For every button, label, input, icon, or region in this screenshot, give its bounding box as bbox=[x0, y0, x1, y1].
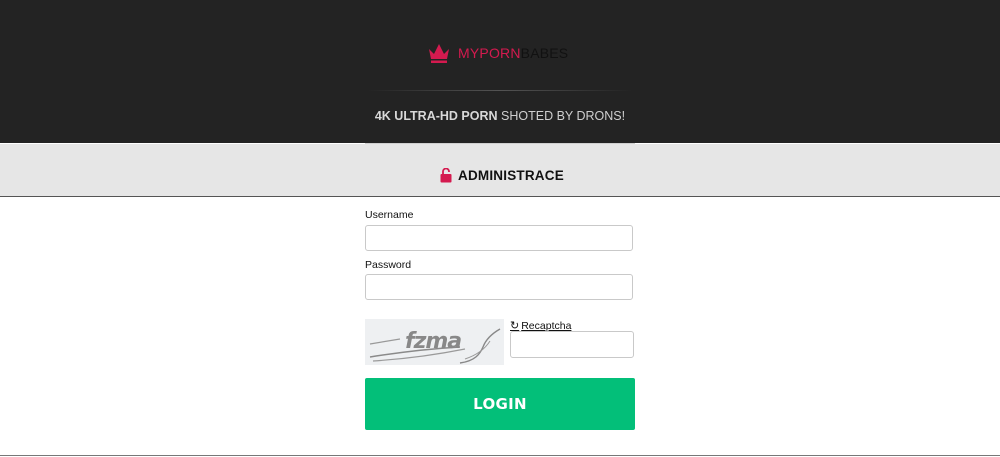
logo-text: MYPORNBABES bbox=[458, 45, 568, 61]
username-label: Username bbox=[365, 209, 414, 221]
password-input[interactable] bbox=[365, 274, 633, 300]
site-header: MYPORNBABES 4K ULTRA-HD PORN SHOTED BY D… bbox=[0, 0, 1000, 143]
tagline-rest: SHOTED BY DRONS! bbox=[497, 109, 626, 123]
logo-text-part1: MYPORN bbox=[458, 45, 521, 61]
tagline-bold: 4K ULTRA-HD PORN bbox=[374, 109, 498, 123]
site-logo[interactable]: MYPORNBABES bbox=[426, 40, 568, 66]
unlock-icon bbox=[440, 168, 452, 183]
recaptcha-label: Recaptcha bbox=[521, 319, 572, 332]
captcha-input[interactable] bbox=[510, 331, 634, 358]
logo-text-part2: BABES bbox=[520, 45, 569, 61]
tagline: 4K ULTRA-HD PORN SHOTED BY DRONS! bbox=[0, 109, 1000, 123]
password-label: Password bbox=[365, 259, 412, 271]
admin-title: ADMINISTRACE bbox=[458, 168, 564, 183]
header-divider bbox=[367, 90, 633, 91]
footer-line bbox=[0, 455, 1000, 456]
username-input[interactable] bbox=[365, 225, 633, 251]
login-button[interactable]: LOGIN bbox=[365, 378, 635, 430]
captcha-text: fzma bbox=[405, 329, 462, 354]
admin-bar: ADMINISTRACE bbox=[0, 144, 1000, 197]
admin-heading: ADMINISTRACE bbox=[440, 168, 564, 183]
crown-icon bbox=[429, 44, 449, 63]
captcha-image: fzma bbox=[365, 319, 504, 365]
